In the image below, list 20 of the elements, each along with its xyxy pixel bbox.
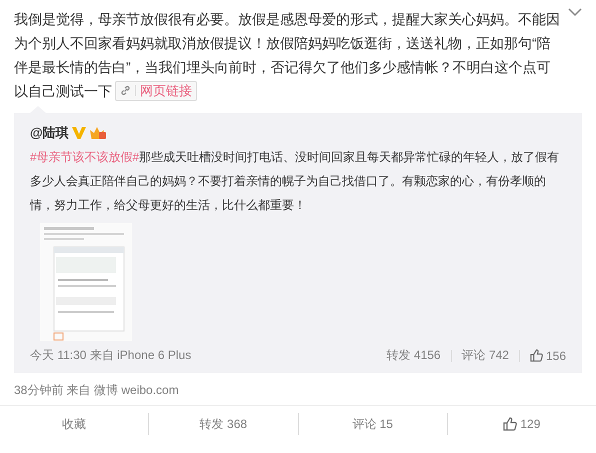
repost-text: #母亲节该不该放假#那些成天吐槽没时间打电话、没时间回家且每天都异常忙碌的年轻人，放了假有多少人会真正陪伴自己的妈妈？不要打着亲情的幌子为自己找借口了。有颗恋家的心，有份孝顺的情，努力工作，给父母更好的生活，比什么都重要！ [30,149,560,214]
thumbs-up-icon [503,417,518,431]
hashtag-link[interactable]: #母亲节该不该放假# [30,150,140,164]
author-name[interactable]: @陆琪 [30,124,69,142]
chevron-down-icon[interactable] [568,8,582,17]
crown-icon [88,126,107,140]
like-button[interactable]: 156 [530,348,566,362]
post-time: 今天 11:30 来自 iPhone 6 Plus [30,347,192,364]
repost-button[interactable]: 转发 4156 [386,347,441,364]
verified-icon [72,127,86,139]
like-button[interactable]: 129 [448,417,596,431]
link-icon [120,85,131,96]
repost-button[interactable]: 转发 368 [149,416,298,432]
comment-button[interactable]: 评论 742 [462,347,509,364]
thumbs-up-icon [530,349,543,362]
post-text: 我倒是觉得，母亲节放假很有必要。放假是感恩母爱的形式，提醒大家关心妈妈。不能因为个别人不回家看妈妈就取消放假提议！放假陪妈妈吃饭逛街，送送礼物，正如那句“陪伴是最长情的告白”，当我们埋头向前时，否记得欠了他们多少感情帐？不明白这个点可以自己测试一下 网页链接 [13,10,561,102]
comment-button[interactable]: 评论 15 [298,416,447,432]
favorite-button[interactable]: 收藏 [0,416,148,432]
post-meta: 38分钟前 来自 微博 weibo.com [13,382,180,398]
web-link[interactable]: 网页链接 [115,80,197,100]
